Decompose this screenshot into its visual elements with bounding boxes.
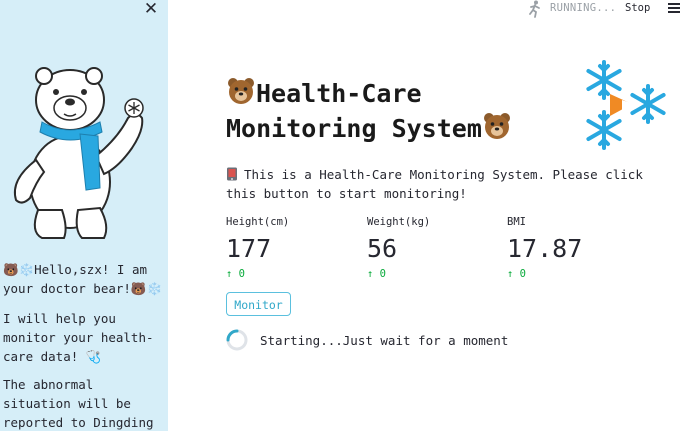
sidebar: ✕ 🐻❄️Hello,szx! I am your doctor bear!🐻❄… bbox=[0, 0, 168, 431]
metric-value: 17.87 bbox=[507, 234, 583, 263]
metric-value: 56 bbox=[367, 234, 398, 263]
metric-delta: ↑ 0 bbox=[507, 268, 526, 280]
sidebar-abnormal-text: The abnormal situation will be reported … bbox=[3, 377, 154, 430]
metric-height: Height(cm) 177 ↑ 0 bbox=[226, 214, 356, 281]
intro-text-block: This is a Health-Care Monitoring System.… bbox=[226, 165, 646, 203]
monitor-button[interactable]: Monitor bbox=[226, 292, 291, 316]
metric-label: BMI bbox=[507, 216, 526, 228]
sidebar-help-text: I will help you monitor your health-care… bbox=[3, 311, 154, 364]
close-icon[interactable]: ✕ bbox=[143, 0, 159, 18]
intro-text: This is a Health-Care Monitoring System.… bbox=[226, 167, 643, 201]
hamburger-menu-icon[interactable] bbox=[668, 3, 680, 13]
metric-delta: ↑ 0 bbox=[367, 268, 386, 280]
running-man-icon bbox=[529, 0, 540, 18]
phone-icon bbox=[227, 167, 237, 181]
metric-label: Height(cm) bbox=[226, 216, 290, 228]
bear-face-icon bbox=[228, 78, 254, 104]
metric-delta: ↑ 0 bbox=[226, 268, 245, 280]
polar-bear-mascot-image bbox=[14, 67, 144, 239]
status-message: Starting...Just wait for a moment bbox=[260, 333, 509, 348]
title-line-2: Monitoring System bbox=[226, 114, 482, 143]
snowflake-streamlit-logo bbox=[586, 60, 666, 150]
metric-weight: Weight(kg) 56 ↑ 0 bbox=[367, 214, 497, 281]
title-line-1: Health-Care bbox=[256, 79, 422, 108]
sidebar-greeting: 🐻❄️Hello,szx! I am your doctor bear!🐻❄️ bbox=[3, 262, 163, 296]
loading-spinner-icon bbox=[226, 329, 248, 351]
bear-face-icon bbox=[483, 113, 510, 139]
metric-label: Weight(kg) bbox=[367, 216, 431, 228]
stop-button[interactable]: Stop bbox=[625, 2, 650, 14]
page-title: Health-Care Monitoring System bbox=[226, 76, 566, 146]
metric-value: 177 bbox=[226, 234, 272, 263]
running-status: RUNNING... bbox=[550, 2, 617, 14]
metric-bmi: BMI 17.87 ↑ 0 bbox=[507, 214, 637, 281]
